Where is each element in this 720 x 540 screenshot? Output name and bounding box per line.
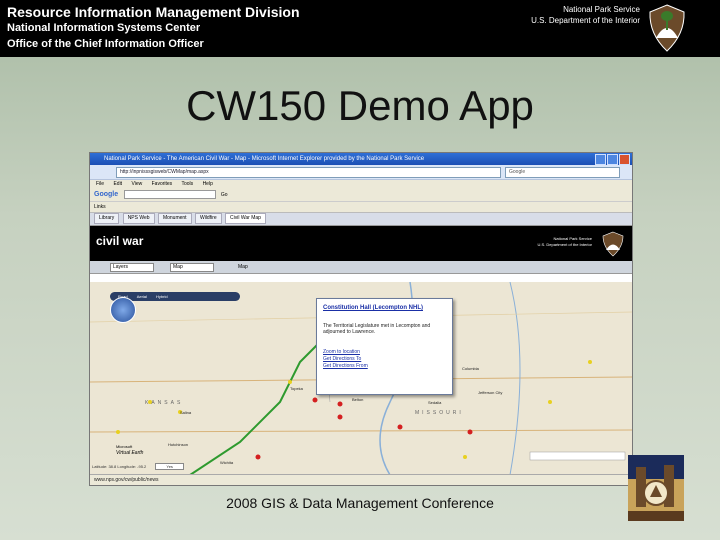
map-marker [588,360,592,364]
map-marker [312,397,318,403]
menu-bar: File Edit View Favorites Tools Help [90,180,632,189]
tab-bar: Library NPS Web Monument Wildfire Civil … [90,213,632,226]
zoom-select[interactable]: Yes [155,463,184,470]
map-tab[interactable]: Map [238,261,248,273]
app-toolbar: Layers Map Map [90,261,632,274]
app-agency: National Park Service U.S. Department of… [538,236,592,248]
map-marker [463,455,467,459]
agency-name: National Park Service [563,5,640,14]
map-label-salina: Salina [180,410,192,415]
map-coords: Latitude: 38.8 Longitude: -95.2 [92,464,147,469]
address-bar: http://inpnisssgisweb/CWMap/map.aspx Goo… [90,165,632,180]
google-toolbar: Google Go [90,189,632,202]
compass-icon[interactable] [110,297,136,323]
app-header: civil war National Park Service U.S. Dep… [90,226,632,261]
slide-title: CW150 Demo App [186,82,534,129]
menu-view[interactable]: View [131,181,142,187]
slide-header: Resource Information Management Division… [0,0,720,57]
menu-help[interactable]: Help [203,181,213,187]
minimize-icon[interactable] [595,154,606,165]
browser-title-bar: National Park Service - The American Civ… [90,153,632,165]
menu-file[interactable]: File [96,181,104,187]
app-title: civil war [96,234,144,248]
window-title: National Park Service - The American Civ… [104,156,425,162]
info-popup: Constitution Hall (Lecompton NHL) The Te… [316,298,453,395]
directions-from-link[interactable]: Get Directions From [323,363,368,369]
google-search-input[interactable] [123,190,216,200]
menu-edit[interactable]: Edit [113,181,122,187]
popup-title[interactable]: Constitution Hall (Lecompton NHL) [323,305,423,312]
links-label: Links [94,204,106,210]
map-label-missouri: MISSOURI [415,410,464,416]
map-marker [467,429,473,435]
slide-footer: 2008 GIS & Data Management Conference [226,495,494,511]
menu-favorites[interactable]: Favorites [152,181,173,187]
division-name: Resource Information Management Division [7,4,300,20]
app-department-name: U.S. Department of the Interior [537,242,592,247]
center-name: National Information Systems Center [7,22,201,34]
tab-wildfire[interactable]: Wildfire [194,213,222,225]
map-label-hutchinson: Hutchinson [168,442,189,447]
map-label-wichita: Wichita [220,460,234,465]
map-marker [337,401,343,407]
nps-arrowhead-icon [649,4,685,52]
nps-arrowhead-icon [602,231,624,257]
map-label-kansas: KANSAS [145,400,184,406]
map-coords-bar: Latitude: 38.8 Longitude: -95.2 Yes [92,463,184,473]
tab-library[interactable]: Library [94,213,120,225]
address-input[interactable]: http://inpnisssgisweb/CWMap/map.aspx [116,167,501,178]
nps-badge-icon [628,455,684,521]
google-go-button[interactable]: Go [221,192,228,198]
popup-description: The Territorial Legislature met in Lecom… [323,323,431,335]
links-bar: Links [90,202,632,213]
department-name: U.S. Department of the Interior [531,16,640,25]
map-marker [397,424,403,430]
hybrid-button[interactable]: Hybrid [156,294,168,299]
browser-screenshot: National Park Service - The American Civ… [89,152,633,486]
microsoft-logo: Microsoft [116,444,133,449]
google-logo: Google [94,191,119,198]
map-label-sedalia: Sedalia [428,400,442,405]
map-view[interactable]: Road Aerial Hybrid KANSAS MISSOURI Wichi… [90,282,632,475]
map-label-columbia: Columbia [462,366,479,371]
map-label-belton: Belton [352,397,364,402]
virtual-earth-logo: Virtual Earth [116,450,144,456]
map-label-jefferson-city: Jefferson City [478,390,503,395]
zoom-to-location-link[interactable]: Zoom to location [323,349,360,355]
map-label-topeka: Topeka [290,386,303,391]
map-marker [255,454,261,460]
aerial-button[interactable]: Aerial [137,294,147,299]
map-marker [337,414,343,420]
map-marker [288,380,292,384]
tab-nps-web[interactable]: NPS Web [122,213,155,225]
tab-monument[interactable]: Monument [157,213,192,225]
map-marker [116,430,120,434]
menu-tools[interactable]: Tools [181,181,193,187]
map-select[interactable]: Map [170,263,214,272]
map-marker [548,400,552,404]
tab-civil-war-map[interactable]: Civil War Map [225,213,266,225]
browser-status-bar: www.nps.gov/cw/public/news [90,474,632,485]
layers-select[interactable]: Layers [110,263,154,272]
maximize-icon[interactable] [607,154,618,165]
close-icon[interactable] [619,154,630,165]
office-name: Office of the Chief Information Officer [7,38,204,50]
directions-to-link[interactable]: Get Directions To [323,356,361,362]
search-input[interactable]: Google [505,167,620,178]
